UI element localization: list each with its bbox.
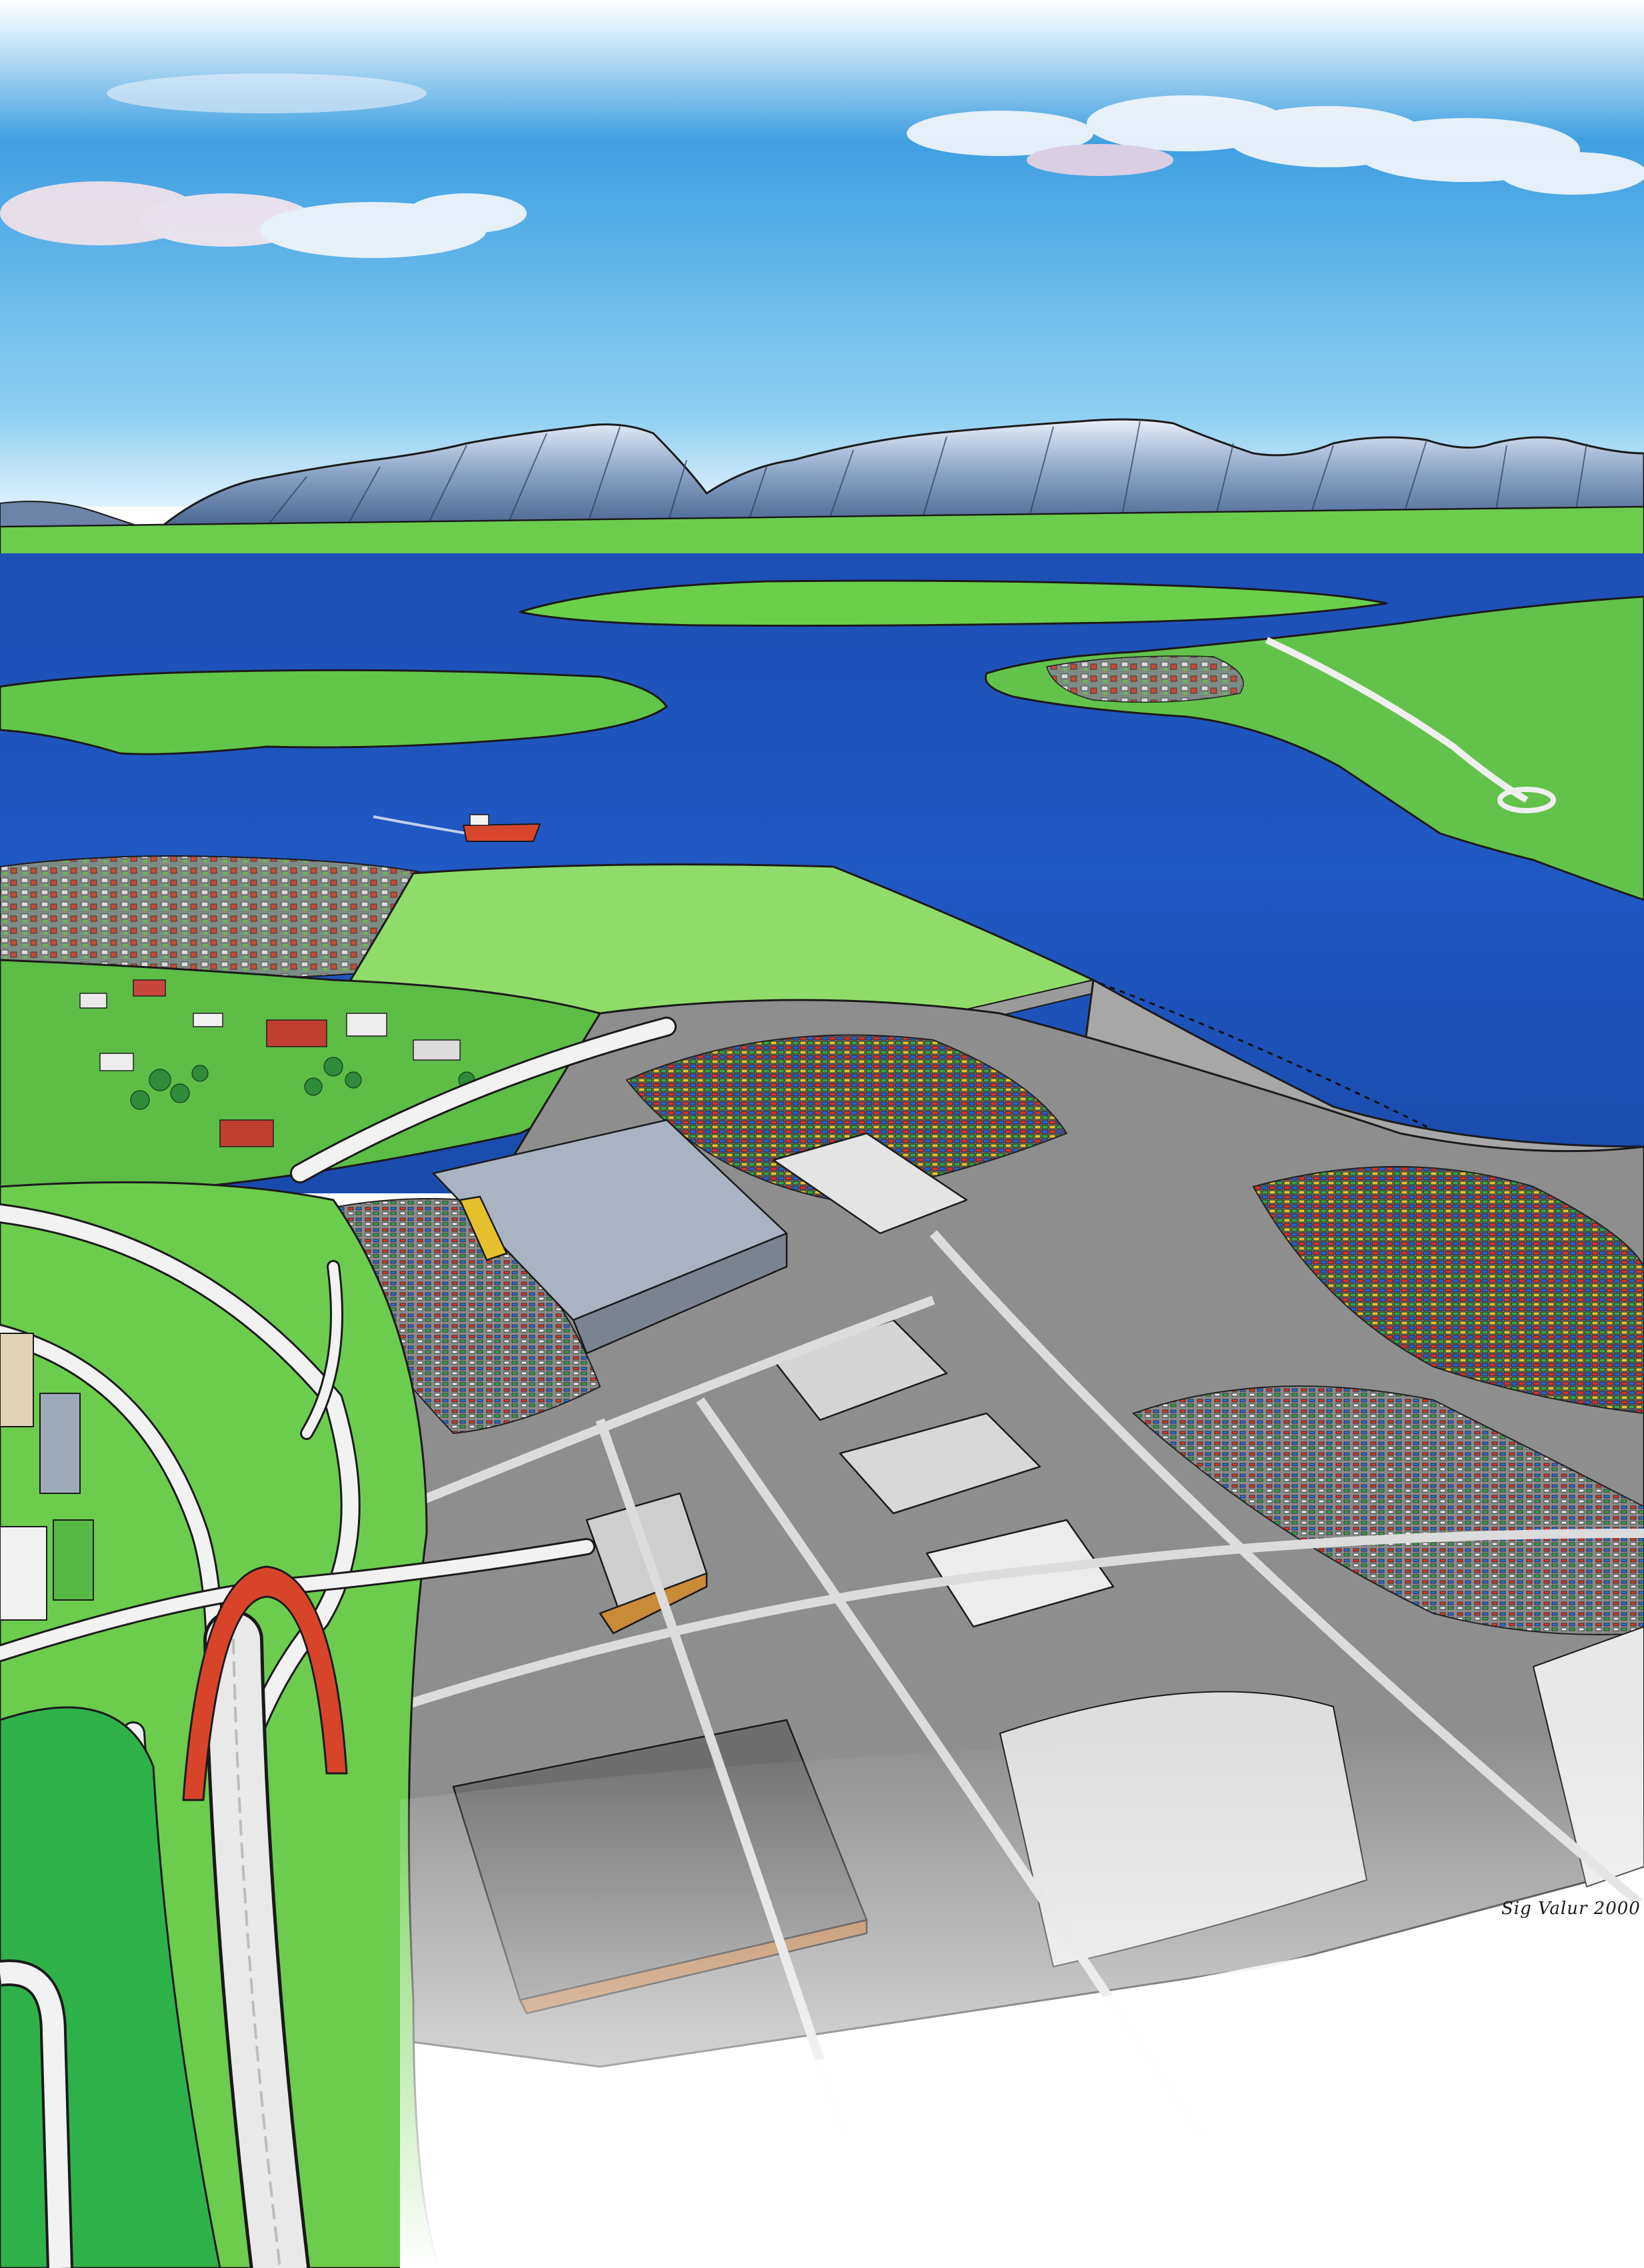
illustrated-harbor-landscape [0, 0, 1644, 2268]
artist-signature: Sig Valur 2000 [1501, 1899, 1641, 1919]
